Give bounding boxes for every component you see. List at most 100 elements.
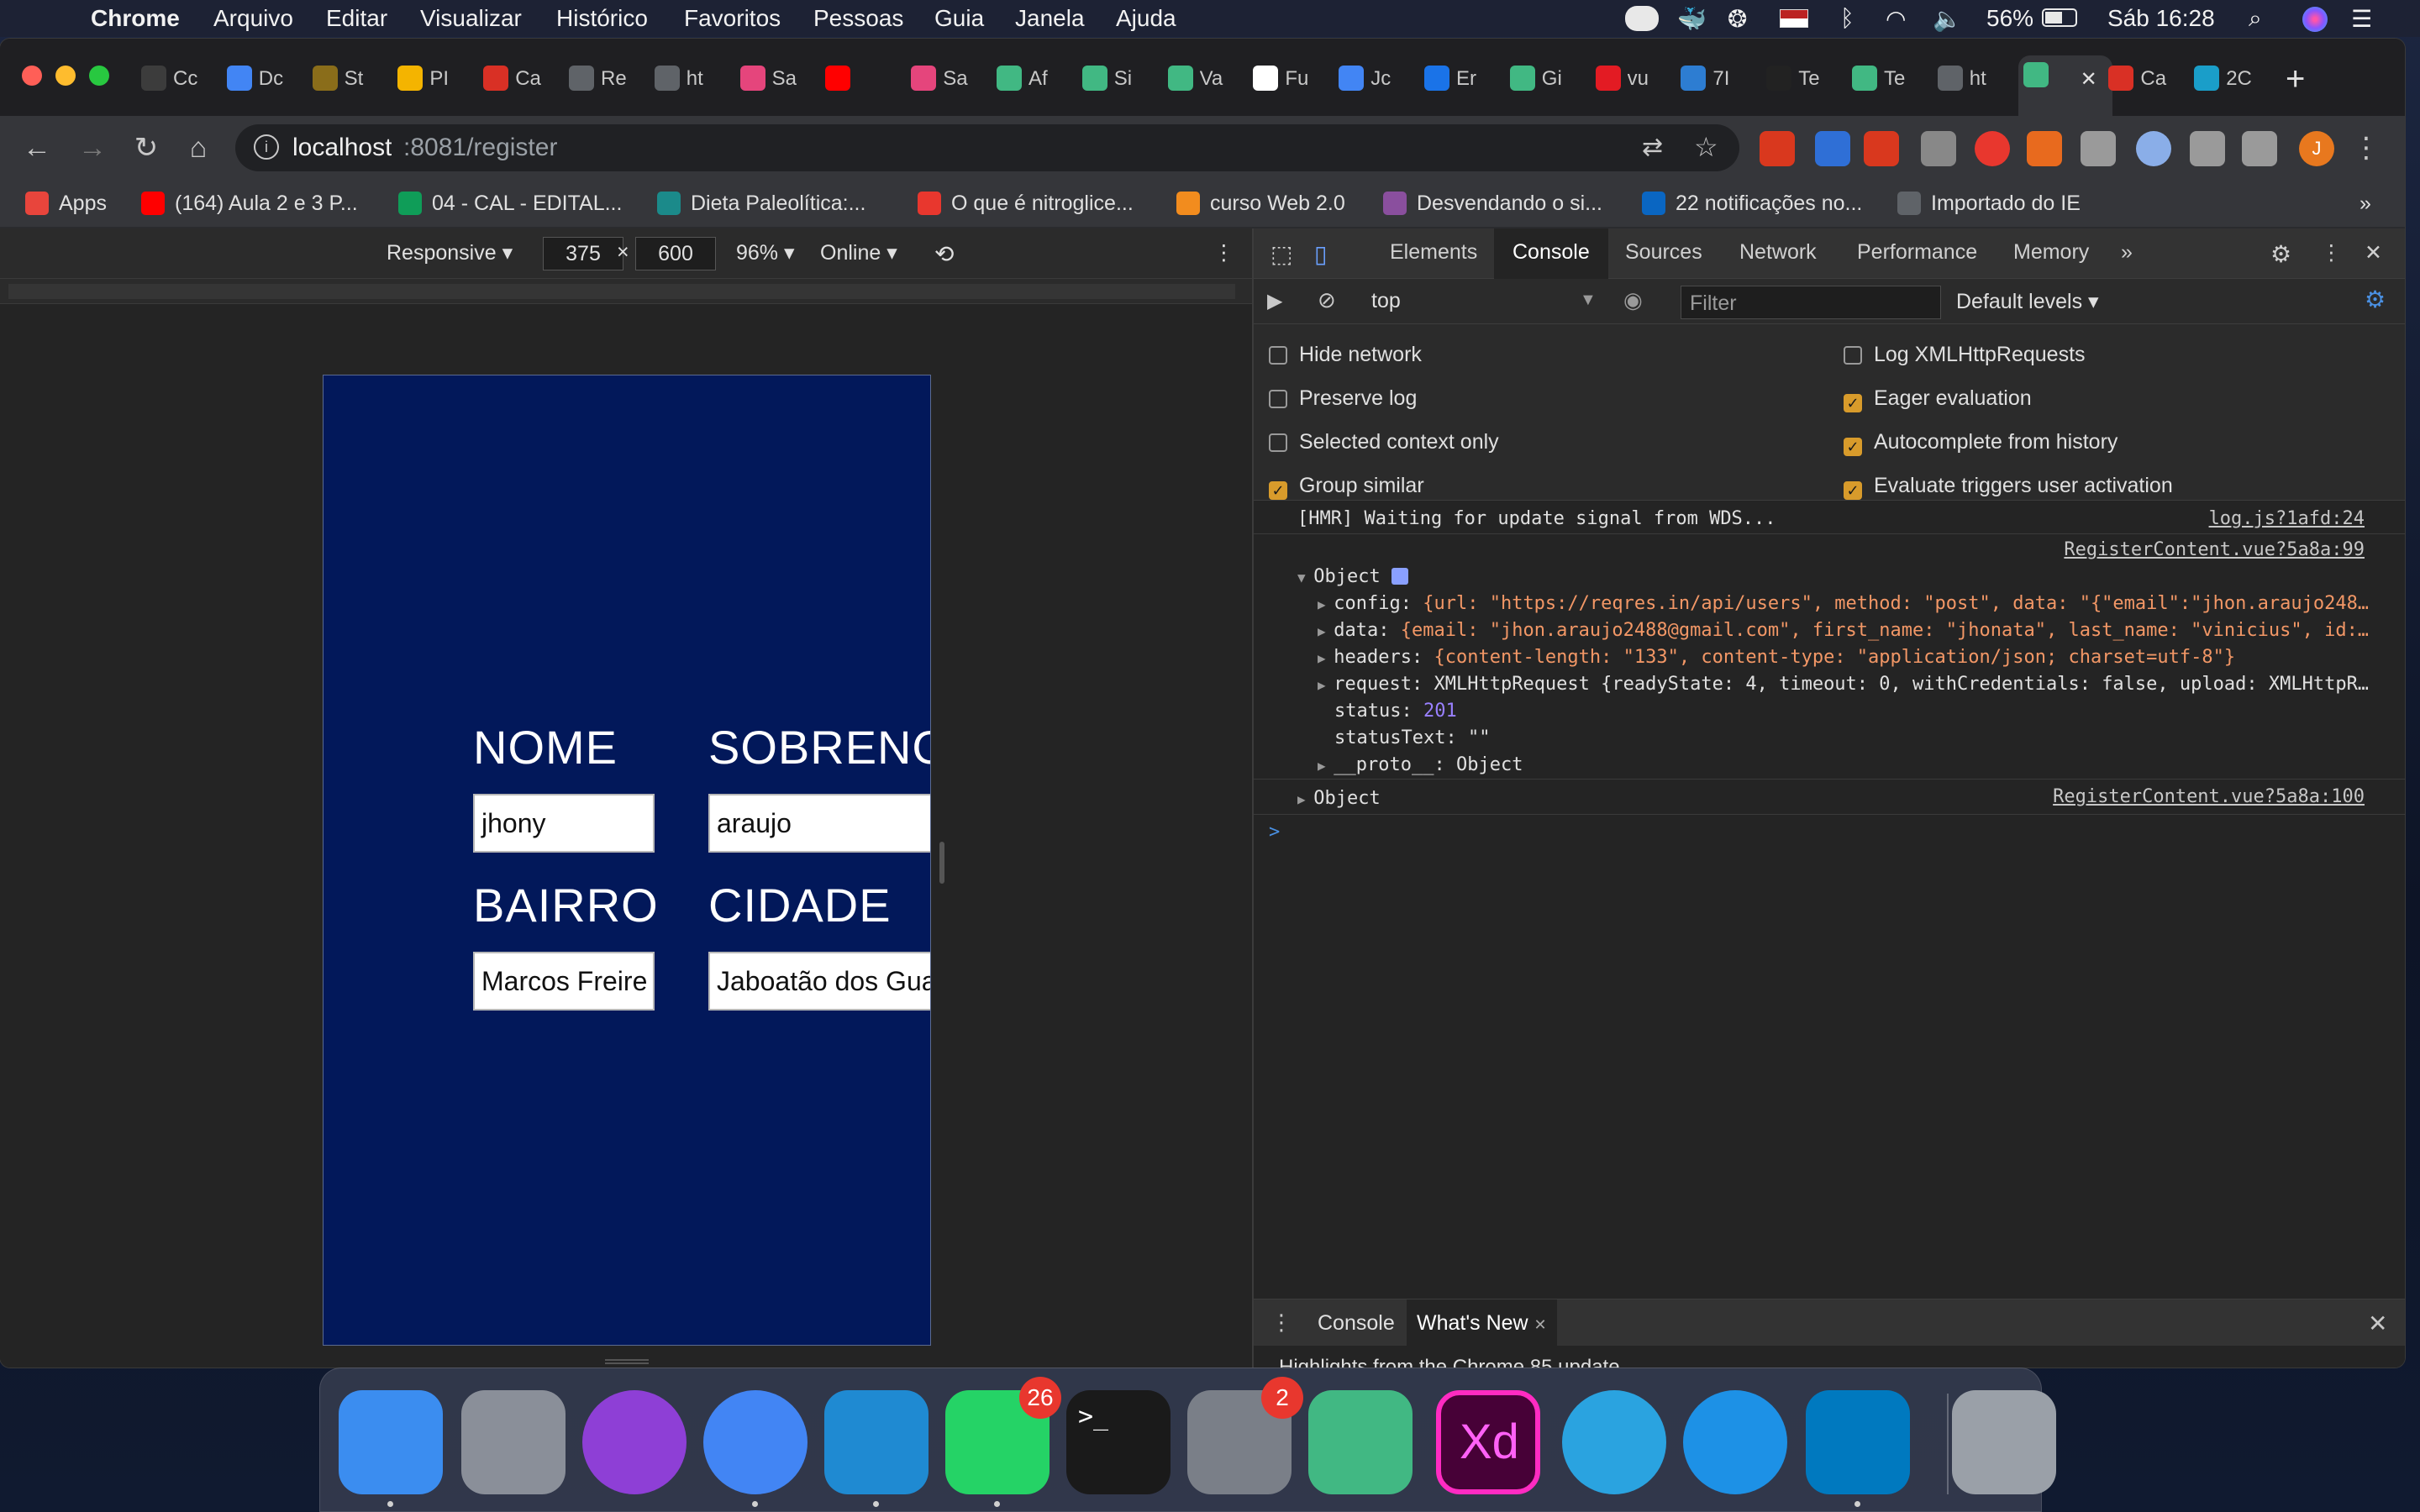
creative-cloud-icon[interactable]: [1625, 6, 1659, 31]
console-option-checkbox[interactable]: Hide network: [1269, 343, 1422, 367]
console-settings-gear-icon[interactable]: ⚙: [2365, 286, 2386, 313]
checkbox-checked-icon[interactable]: [1269, 481, 1287, 500]
browser-tab[interactable]: ht: [650, 59, 730, 99]
browser-tab[interactable]: Te: [1847, 59, 1928, 99]
browser-tab[interactable]: Sa: [735, 59, 816, 99]
browser-tab[interactable]: Cc: [136, 59, 217, 99]
object-expanded-toggle[interactable]: ▼ Object: [1297, 566, 1408, 587]
console-option-checkbox[interactable]: Evaluate triggers user activation: [1844, 474, 2173, 500]
spotlight-search-icon[interactable]: ⌕: [2249, 5, 2262, 33]
console-filter-input[interactable]: Filter: [1681, 286, 1941, 319]
bookmark-item[interactable]: O que é nitroglice...: [918, 192, 1134, 216]
menu-item-arquivo[interactable]: Arquivo: [213, 5, 293, 32]
site-info-icon[interactable]: i: [254, 134, 279, 160]
sobrenome-input[interactable]: araujo: [708, 794, 930, 853]
tab-network[interactable]: Network: [1739, 240, 1817, 265]
console-option-checkbox[interactable]: Selected context only: [1269, 430, 1499, 454]
log-levels-select[interactable]: Default levels ▾: [1956, 289, 2099, 314]
bookmarks-overflow-icon[interactable]: »: [2360, 192, 2371, 216]
tab-console[interactable]: Console: [1494, 228, 1608, 279]
bookmark-item[interactable]: Apps: [25, 192, 107, 216]
log-source-link[interactable]: RegisterContent.vue?5a8a:100: [2053, 786, 2365, 807]
menu-item-editar[interactable]: Editar: [326, 5, 387, 32]
close-tab-icon[interactable]: ✕: [1534, 1316, 1547, 1333]
object-prop-data[interactable]: ▶ data: {email: "jhon.araujo2488@gmail.c…: [1318, 620, 2368, 641]
browser-tab[interactable]: Si: [1077, 59, 1158, 99]
battery-percent[interactable]: 56%: [1986, 5, 2033, 32]
close-drawer-icon[interactable]: ✕: [2368, 1310, 2387, 1337]
object-info-icon[interactable]: [1392, 568, 1408, 585]
volume-icon[interactable]: 🔈: [1933, 5, 1962, 33]
browser-tab[interactable]: Te: [1761, 59, 1842, 99]
trello-dock-icon[interactable]: [1806, 1390, 1910, 1494]
live-expression-eye-icon[interactable]: ◉: [1623, 287, 1643, 313]
clear-console-icon[interactable]: ⊘: [1318, 287, 1336, 313]
browser-tab[interactable]: 7I: [1676, 59, 1756, 99]
menu-item-janela[interactable]: Janela: [1015, 5, 1085, 32]
bluetooth-icon[interactable]: ᛒ: [1840, 5, 1854, 32]
media-control-icon[interactable]: [2242, 131, 2277, 166]
vue-dock-icon[interactable]: [1308, 1390, 1413, 1494]
checkbox-unchecked-icon[interactable]: [1269, 390, 1287, 408]
extension-new-icon[interactable]: [1864, 131, 1899, 166]
browser-tab[interactable]: vu: [1591, 59, 1671, 99]
console-prompt-line[interactable]: >: [1254, 815, 2405, 848]
forward-button[interactable]: →: [72, 128, 113, 168]
menu-item-historico[interactable]: Histórico: [556, 5, 648, 32]
devtools-settings-gear-icon[interactable]: ⚙: [2270, 240, 2291, 268]
bookmark-item[interactable]: Desvendando o si...: [1383, 192, 1602, 216]
home-button[interactable]: ⌂: [178, 128, 218, 168]
object-collapsed-toggle[interactable]: ▶ Object: [1297, 788, 1381, 809]
console-option-checkbox[interactable]: Log XMLHttpRequests: [1844, 343, 2086, 367]
chrome-dock-icon[interactable]: [703, 1390, 808, 1494]
browser-tab[interactable]: Ca: [2103, 59, 2184, 99]
battery-icon[interactable]: [2042, 8, 2077, 27]
extension-icon[interactable]: [1815, 131, 1850, 166]
device-toolbar-menu-icon[interactable]: ⋮: [1213, 240, 1234, 265]
trash-dock-icon[interactable]: [1952, 1390, 2056, 1494]
network-throttle-select[interactable]: Online ▾: [820, 240, 897, 265]
adobe-xd-dock-icon[interactable]: Xd: [1436, 1390, 1540, 1494]
extension-icon[interactable]: [2136, 131, 2171, 166]
browser-tab[interactable]: PI: [392, 59, 473, 99]
log-source-link[interactable]: RegisterContent.vue?5a8a:99: [2064, 539, 2365, 560]
browser-tab[interactable]: Jc: [1334, 59, 1414, 99]
drawer-menu-icon[interactable]: ⋮: [1270, 1310, 1292, 1336]
devtools-menu-icon[interactable]: ⋮: [2321, 240, 2342, 265]
extension-fy-icon[interactable]: [1760, 131, 1795, 166]
checkbox-checked-icon[interactable]: [1844, 394, 1862, 412]
bookmark-item[interactable]: Dieta Paleolítica:...: [657, 192, 865, 216]
checkbox-unchecked-icon[interactable]: [1269, 346, 1287, 365]
close-window-button[interactable]: [22, 66, 42, 86]
vs-code-dock-icon[interactable]: [824, 1390, 929, 1494]
tab-performance[interactable]: Performance: [1857, 240, 1977, 265]
console-sidebar-icon[interactable]: ▶: [1267, 289, 1282, 313]
context-dropdown-arrow-icon[interactable]: ▼: [1580, 291, 1597, 310]
docker-dock-icon[interactable]: [1683, 1390, 1787, 1494]
browser-tab[interactable]: Dc: [222, 59, 302, 99]
menu-item-visualizar[interactable]: Visualizar: [420, 5, 522, 32]
address-bar[interactable]: i localhost :8081/register ⇄ ☆: [235, 124, 1739, 171]
terminal-dock-icon[interactable]: >_: [1066, 1390, 1171, 1494]
viewport-resize-handle-right[interactable]: [939, 842, 944, 884]
podcasts-dock-icon[interactable]: [582, 1390, 687, 1494]
tab-active[interactable]: ✕: [2018, 55, 2112, 116]
profile-avatar[interactable]: J: [2299, 131, 2334, 166]
reload-button[interactable]: ↻: [126, 128, 166, 168]
nome-input[interactable]: jhony: [473, 794, 655, 853]
browser-tab[interactable]: [820, 59, 901, 99]
browser-tab[interactable]: Va: [1163, 59, 1244, 99]
browser-tab[interactable]: Af: [992, 59, 1072, 99]
device-width-input[interactable]: 375: [543, 237, 623, 270]
console-option-checkbox[interactable]: Eager evaluation: [1844, 386, 2032, 412]
device-height-input[interactable]: 600: [635, 237, 716, 270]
back-button[interactable]: ←: [17, 128, 57, 168]
more-tabs-icon[interactable]: »: [2121, 240, 2133, 265]
extensions-puzzle-icon[interactable]: [2190, 131, 2225, 166]
bookmark-star-icon[interactable]: ☆: [1694, 131, 1718, 163]
docker-status-icon[interactable]: 🐳: [1677, 5, 1707, 33]
menu-item-pessoas[interactable]: Pessoas: [813, 5, 903, 32]
checkbox-unchecked-icon[interactable]: [1844, 346, 1862, 365]
chrome-menu-icon[interactable]: ⋮: [2346, 128, 2386, 168]
rotate-device-icon[interactable]: ⟲: [934, 240, 954, 268]
